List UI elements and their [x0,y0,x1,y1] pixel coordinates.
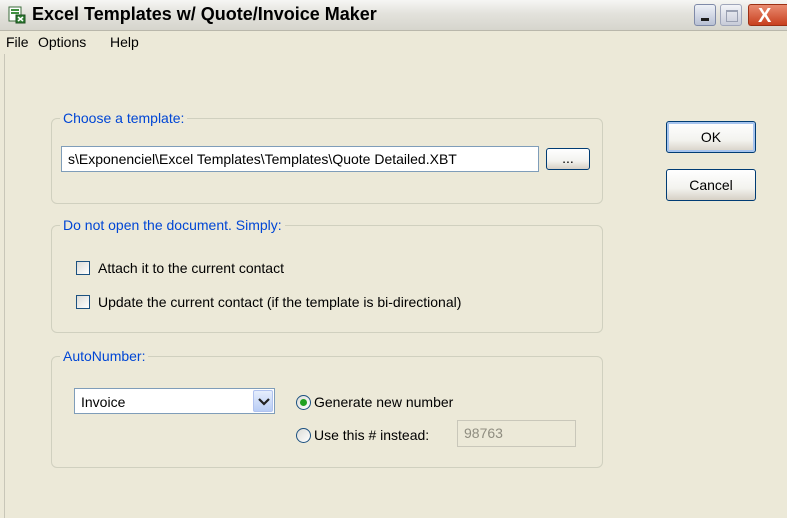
ok-button[interactable]: OK [666,121,756,153]
menu-bar: File Options Help [0,31,787,53]
menu-help[interactable]: Help [110,34,139,50]
title-bar[interactable]: Excel Templates w/ Quote/Invoice Maker X [0,0,787,31]
cancel-button[interactable]: Cancel [666,169,756,201]
close-button[interactable]: X [748,4,787,27]
maximize-button[interactable] [720,4,742,26]
autonumber-type-select[interactable]: Invoice [74,388,275,414]
window-title: Excel Templates w/ Quote/Invoice Maker [32,4,377,24]
template-group: Choose a template: s\Exponenciel\Excel T… [51,110,603,204]
autonumber-group: AutoNumber: Invoice Generate new number … [51,348,603,468]
template-group-legend: Choose a template: [60,110,188,126]
template-path-input[interactable]: s\Exponenciel\Excel Templates\Templates\… [61,146,539,172]
window-border [0,54,5,518]
generate-new-radio[interactable] [296,395,311,410]
update-label[interactable]: Update the current contact (if the templ… [98,294,461,310]
minimize-button[interactable] [694,4,716,26]
menu-file[interactable]: File [6,34,29,50]
attach-checkbox[interactable] [76,261,90,275]
use-this-label[interactable]: Use this # instead: [314,427,429,443]
menu-options[interactable]: Options [38,34,86,50]
autonumber-legend: AutoNumber: [60,348,149,364]
dialog-window: Excel Templates w/ Quote/Invoice Maker X… [0,0,787,518]
autonumber-type-value: Invoice [81,394,126,410]
update-checkbox[interactable] [76,295,90,309]
chevron-down-icon[interactable] [253,390,273,412]
close-icon: X [758,5,772,27]
open-options-legend: Do not open the document. Simply: [60,217,285,233]
generate-new-label[interactable]: Generate new number [314,394,453,410]
use-this-radio[interactable] [296,428,311,443]
number-input[interactable]: 98763 [457,420,576,447]
browse-button[interactable]: ... [546,148,590,170]
excel-template-icon [8,6,26,24]
open-options-group: Do not open the document. Simply: Attach… [51,217,603,333]
attach-label[interactable]: Attach it to the current contact [98,260,284,276]
